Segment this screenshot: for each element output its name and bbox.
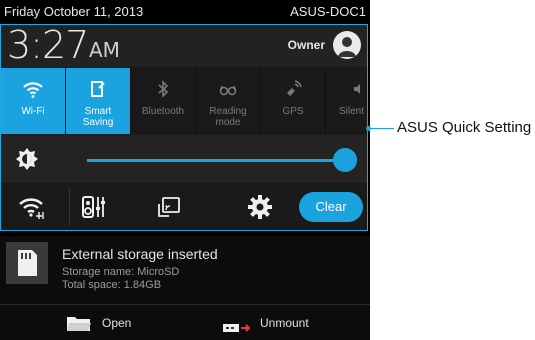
- notification-total-space: Total space: 1.84GB: [62, 279, 162, 291]
- silent-icon: [326, 78, 367, 100]
- tile-gps[interactable]: GPS: [261, 68, 326, 134]
- owner-label[interactable]: Owner: [288, 38, 325, 52]
- unmount-button[interactable]: Unmount: [222, 309, 309, 337]
- status-device-name: ASUS-DOC1: [290, 4, 366, 19]
- tile-silent-label: Silent: [339, 106, 365, 117]
- tile-wifi[interactable]: Wi-Fi: [1, 68, 66, 134]
- screen-cast-icon[interactable]: [155, 192, 185, 222]
- status-date: Friday October 11, 2013: [4, 4, 144, 19]
- callout-dot: [366, 126, 371, 131]
- brightness-slider-track[interactable]: [87, 159, 343, 162]
- tile-silent[interactable]: Silent: [326, 68, 367, 134]
- tile-wifi-label: Wi-Fi: [21, 106, 45, 117]
- tile-smart-saving[interactable]: Smart Saving: [66, 68, 131, 134]
- bluetooth-icon: [131, 78, 195, 100]
- smart-saving-icon: [66, 78, 130, 100]
- notification-external-storage[interactable]: External storage inserted Storage name: …: [0, 236, 370, 340]
- divider: [69, 188, 70, 226]
- folder-icon: [66, 315, 92, 333]
- brightness-row: [1, 135, 367, 183]
- wifi-settings-icon[interactable]: [17, 192, 47, 222]
- clock-time: 3:27: [7, 23, 89, 67]
- quick-actions-row: Clear: [1, 184, 367, 230]
- brightness-icon: [15, 147, 39, 171]
- notification-storage-name: Storage name: MicroSD: [62, 266, 180, 278]
- open-button[interactable]: Open: [66, 309, 131, 337]
- clock-ampm: AM: [89, 38, 120, 62]
- clear-button[interactable]: Clear: [299, 192, 363, 222]
- tile-smart-saving-label: Smart Saving: [82, 106, 114, 128]
- tile-bluetooth-label: Bluetooth: [141, 106, 185, 117]
- callout-label: ASUS Quick Setting: [397, 119, 532, 136]
- notification-actions: Open Unmount: [0, 304, 370, 340]
- unmount-button-label: Unmount: [260, 316, 309, 330]
- tile-reading-mode[interactable]: Reading mode: [196, 68, 261, 134]
- gps-icon: [261, 78, 325, 100]
- sd-card-icon: [6, 242, 48, 284]
- audio-equalizer-icon[interactable]: [79, 192, 109, 222]
- time-row: 3:27 AM Owner: [1, 23, 367, 67]
- reading-mode-icon: [196, 78, 260, 100]
- wifi-icon: [1, 78, 65, 100]
- tile-gps-label: GPS: [282, 106, 304, 117]
- tablet-screen: Friday October 11, 2013 ASUS-DOC1 3:27 A…: [0, 0, 370, 340]
- asus-quick-setting-panel: 3:27 AM Owner Wi-Fi Smart Saving Bluetoo…: [0, 23, 368, 231]
- brightness-slider-handle[interactable]: [333, 148, 357, 172]
- settings-gear-icon[interactable]: [245, 192, 275, 222]
- tile-reading-mode-label: Reading mode: [209, 106, 247, 128]
- quick-toggle-tiles: Wi-Fi Smart Saving Bluetooth Reading mod…: [1, 68, 367, 134]
- user-avatar-icon[interactable]: [333, 31, 361, 59]
- status-bar: Friday October 11, 2013 ASUS-DOC1: [0, 0, 370, 24]
- open-button-label: Open: [102, 316, 132, 330]
- unmount-icon: [222, 317, 251, 332]
- callout-line: [368, 128, 394, 129]
- notification-title: External storage inserted: [62, 246, 218, 262]
- tile-bluetooth[interactable]: Bluetooth: [131, 68, 196, 134]
